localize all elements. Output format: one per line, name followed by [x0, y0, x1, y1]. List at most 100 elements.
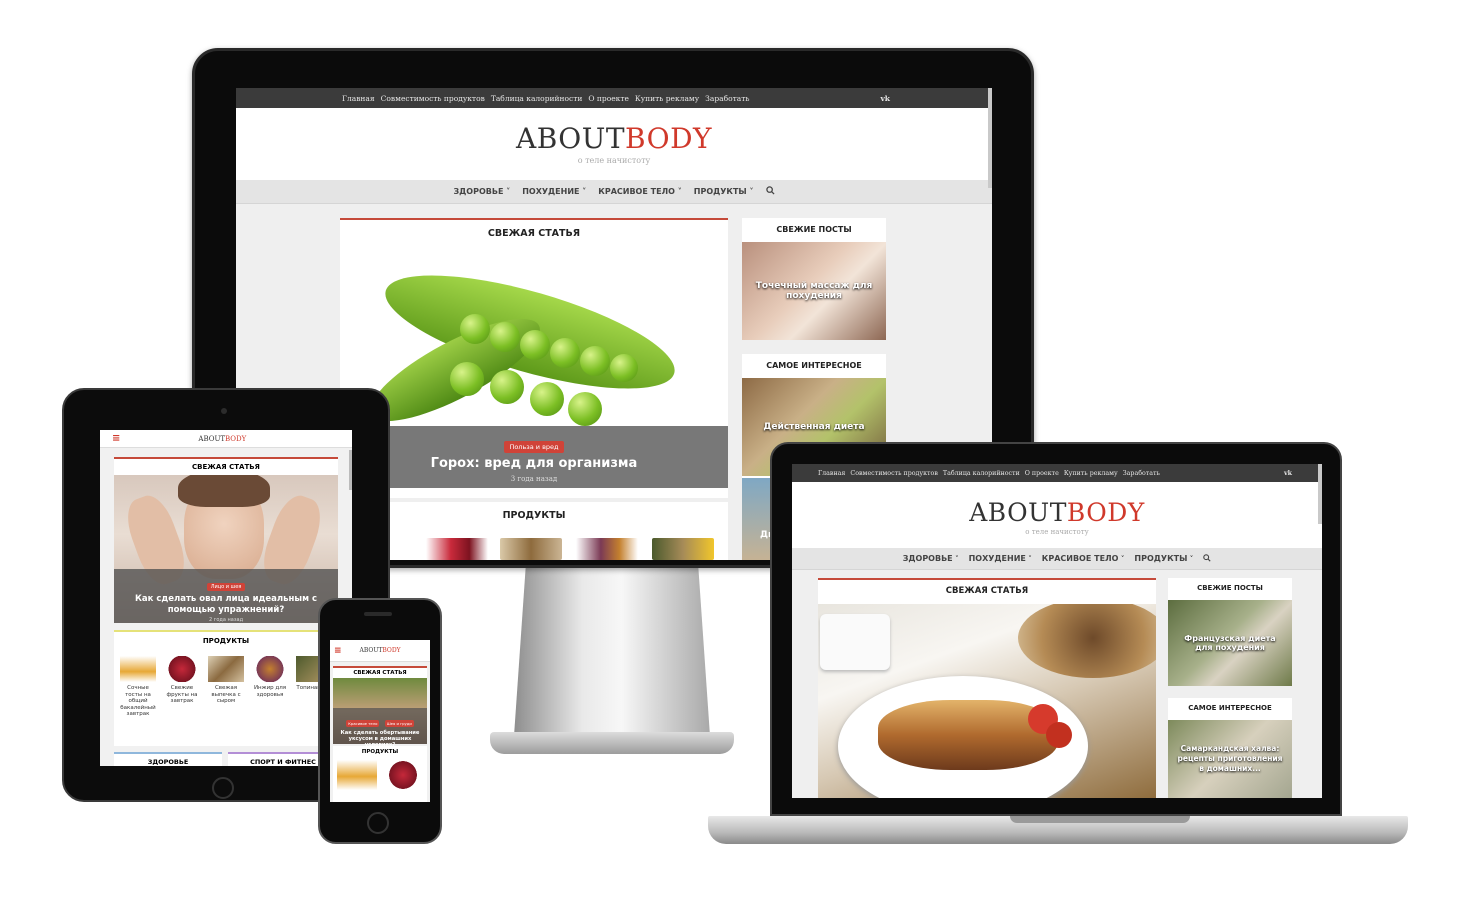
topbar-link-calories[interactable]: Таблица калорийности — [491, 94, 583, 103]
phone-article-overlay[interactable]: Красивое тело Шея и груди Как сделать об… — [333, 708, 427, 748]
sidebar-recent-post[interactable]: Точечный массаж для похудения — [742, 242, 886, 340]
top-bar: Главная Совместимость продуктов Таблица … — [236, 88, 992, 108]
laptop-top-bar: Главная Совместимость продуктов Таблица … — [792, 464, 1322, 482]
tablet-section-health[interactable]: ЗДОРОВЬЕ — [114, 752, 222, 766]
tablet-article-date: 2 года назад — [208, 617, 244, 623]
scrollbar[interactable] — [988, 88, 992, 188]
tablet-product-item[interactable]: Свежие фрукты на завтрак — [164, 656, 200, 742]
tablet-screen: ≡ ABOUTBODY СВЕЖАЯ СТАТЬЯ Лицо и шея Как… — [100, 430, 352, 766]
phone-hamburger-icon[interactable]: ≡ — [334, 646, 342, 656]
tablet-article-overlay[interactable]: Лицо и шея Как сделать овал лица идеальн… — [114, 569, 338, 623]
topbar-link-ads[interactable]: Купить рекламу — [635, 94, 699, 103]
search-icon[interactable] — [765, 186, 775, 197]
tablet-camera — [221, 408, 227, 414]
phone-badge-1[interactable]: Красивое тело — [346, 720, 380, 727]
topbar-link-earn[interactable]: Заработать — [705, 94, 749, 103]
product-thumb[interactable] — [426, 538, 488, 560]
phone-header: ≡ ABOUTBODY — [330, 640, 430, 662]
laptop-topbar-link[interactable]: Заработать — [1123, 470, 1160, 477]
category-badge[interactable]: Польза и вред — [504, 441, 564, 453]
laptop-vk-icon[interactable]: vk — [1284, 470, 1292, 477]
laptop-sidebar-popular-post[interactable]: Самаркандская халва: рецепты приготовлен… — [1168, 720, 1292, 798]
phone-fresh-heading: СВЕЖАЯ СТАТЬЯ — [353, 670, 407, 676]
laptop-sidebar-popular-heading: САМОЕ ИНТЕРЕСНОЕ — [1188, 704, 1272, 712]
phone-fresh-card: СВЕЖАЯ СТАТЬЯ Красивое тело Шея и груди … — [333, 666, 427, 748]
laptop-search-icon[interactable] — [1203, 553, 1211, 564]
laptop-article-image[interactable] — [818, 604, 1156, 798]
laptop-site-tagline: о теле начистоту — [1025, 528, 1089, 536]
tablet-product-item[interactable]: Инжир для здоровья — [252, 656, 288, 742]
monitor-stand-neck — [514, 566, 710, 736]
tablet-scrollbar[interactable] — [349, 450, 352, 490]
article-title[interactable]: Горох: вред для организма — [340, 456, 728, 471]
products-card: ПРОДУКТЫ — [340, 502, 728, 560]
tablet-article-title[interactable]: Как сделать овал лица идеальным с помощь… — [114, 594, 338, 616]
laptop-menu-body[interactable]: КРАСИВОЕ ТЕЛО ˅ — [1042, 554, 1125, 563]
phone-products-card: ПРОДУКТЫ — [333, 746, 427, 802]
phone-product-thumb[interactable] — [337, 760, 377, 790]
sidebar-recent-heading: СВЕЖИЕ ПОСТЫ — [776, 225, 852, 234]
laptop-fresh-card: СВЕЖАЯ СТАТЬЯ — [818, 578, 1156, 798]
laptop-sidebar-popular: САМОЕ ИНТЕРЕСНОЕ Самаркандская халва: ре… — [1168, 698, 1292, 798]
vk-icon[interactable]: vk — [880, 94, 890, 103]
tablet-product-item[interactable]: Свежая выпечка с сыром — [208, 656, 244, 742]
site-logo[interactable]: ABOUTBODY — [236, 122, 992, 155]
tablet-products-heading: ПРОДУКТЫ — [202, 637, 250, 645]
laptop-sidebar-recent: СВЕЖИЕ ПОСТЫ Французская диета для похуд… — [1168, 578, 1292, 686]
laptop-screen: Главная Совместимость продуктов Таблица … — [792, 464, 1322, 798]
menu-item-weightloss[interactable]: ПОХУДЕНИЕ ˅ — [522, 187, 586, 196]
menu-item-body[interactable]: КРАСИВОЕ ТЕЛО ˅ — [598, 187, 681, 196]
topbar-link-about[interactable]: О проекте — [588, 94, 629, 103]
laptop-menu-health[interactable]: ЗДОРОВЬЕ ˅ — [903, 554, 959, 563]
tablet-fresh-card: СВЕЖАЯ СТАТЬЯ Лицо и шея Как сделать ова… — [114, 457, 338, 623]
laptop-sidebar-recent-post[interactable]: Французская диета для похудения — [1168, 600, 1292, 686]
tablet-home-button[interactable] — [212, 777, 234, 799]
tablet-fresh-heading: СВЕЖАЯ СТАТЬЯ — [192, 463, 260, 471]
laptop-sidebar-recent-heading: СВЕЖИЕ ПОСТЫ — [1197, 584, 1263, 592]
laptop-header: ABOUTBODY о теле начистоту — [792, 482, 1322, 548]
menu-item-health[interactable]: ЗДОРОВЬЕ ˅ — [453, 187, 510, 196]
fresh-article-heading: СВЕЖАЯ СТАТЬЯ — [487, 228, 581, 239]
phone-speaker — [364, 612, 392, 616]
laptop-main-menu: ЗДОРОВЬЕ ˅ ПОХУДЕНИЕ ˅ КРАСИВОЕ ТЕЛО ˅ П… — [792, 548, 1322, 570]
phone-product-thumb[interactable] — [383, 760, 423, 790]
phone-products-heading: ПРОДУКТЫ — [361, 749, 399, 755]
laptop-fresh-heading: СВЕЖАЯ СТАТЬЯ — [945, 586, 1029, 596]
tablet-products-card: ПРОДУКТЫ Сочные тосты на общий бакалейны… — [114, 630, 338, 746]
sidebar-recent: СВЕЖИЕ ПОСТЫ Точечный массаж для похуден… — [742, 218, 886, 340]
product-thumb[interactable] — [500, 538, 562, 560]
phone-home-button[interactable] — [367, 812, 389, 834]
laptop-site-logo[interactable]: ABOUTBODY — [792, 498, 1322, 527]
laptop-notch — [1010, 816, 1190, 823]
tablet-header: ≡ ABOUTBODY — [100, 430, 352, 448]
menu-item-products[interactable]: ПРОДУКТЫ ˅ — [694, 187, 754, 196]
laptop-scrollbar[interactable] — [1318, 464, 1322, 524]
article-overlay[interactable]: Польза и вред Горох: вред для организма … — [340, 426, 728, 488]
phone-badge-2[interactable]: Шея и груди — [384, 720, 414, 727]
tablet-product-item[interactable]: Сочные тосты на общий бакалейный завтрак — [120, 656, 156, 742]
laptop-topbar-link[interactable]: О проекте — [1025, 470, 1059, 477]
products-heading: ПРОДУКТЫ — [502, 510, 566, 521]
fresh-article-card: СВЕЖАЯ СТАТЬЯ Польза и вред Горох: вред … — [340, 218, 728, 498]
laptop-topbar-link[interactable]: Главная — [818, 470, 845, 477]
hamburger-menu-icon[interactable]: ≡ — [112, 433, 120, 444]
tablet-category-badge[interactable]: Лицо и шея — [206, 583, 246, 591]
article-date: 3 года назад — [510, 475, 558, 483]
product-thumb[interactable] — [652, 538, 714, 560]
laptop-topbar-link[interactable]: Совместимость продуктов — [850, 470, 937, 477]
laptop-menu-weightloss[interactable]: ПОХУДЕНИЕ ˅ — [969, 554, 1032, 563]
topbar-link-compat[interactable]: Совместимость продуктов — [381, 94, 485, 103]
header: ABOUTBODY о теле начистоту — [236, 108, 992, 180]
main-menu: ЗДОРОВЬЕ ˅ ПОХУДЕНИЕ ˅ КРАСИВОЕ ТЕЛО ˅ П… — [236, 180, 992, 204]
tablet-logo[interactable]: ABOUTBODY — [198, 435, 246, 443]
phone-screen: ≡ ABOUTBODY СВЕЖАЯ СТАТЬЯ Красивое тело … — [330, 640, 430, 802]
laptop-topbar-link[interactable]: Таблица калорийности — [943, 470, 1020, 477]
topbar-link-home[interactable]: Главная — [342, 94, 375, 103]
laptop-menu-products[interactable]: ПРОДУКТЫ ˅ — [1134, 554, 1193, 563]
phone-logo[interactable]: ABOUTBODY — [360, 647, 401, 654]
product-thumb[interactable] — [576, 538, 638, 560]
sidebar-popular-heading: САМОЕ ИНТЕРЕСНОЕ — [766, 361, 862, 370]
laptop-topbar-link[interactable]: Купить рекламу — [1064, 470, 1118, 477]
site-tagline: о теле начистоту — [577, 156, 651, 165]
monitor-stand-base — [490, 732, 734, 754]
